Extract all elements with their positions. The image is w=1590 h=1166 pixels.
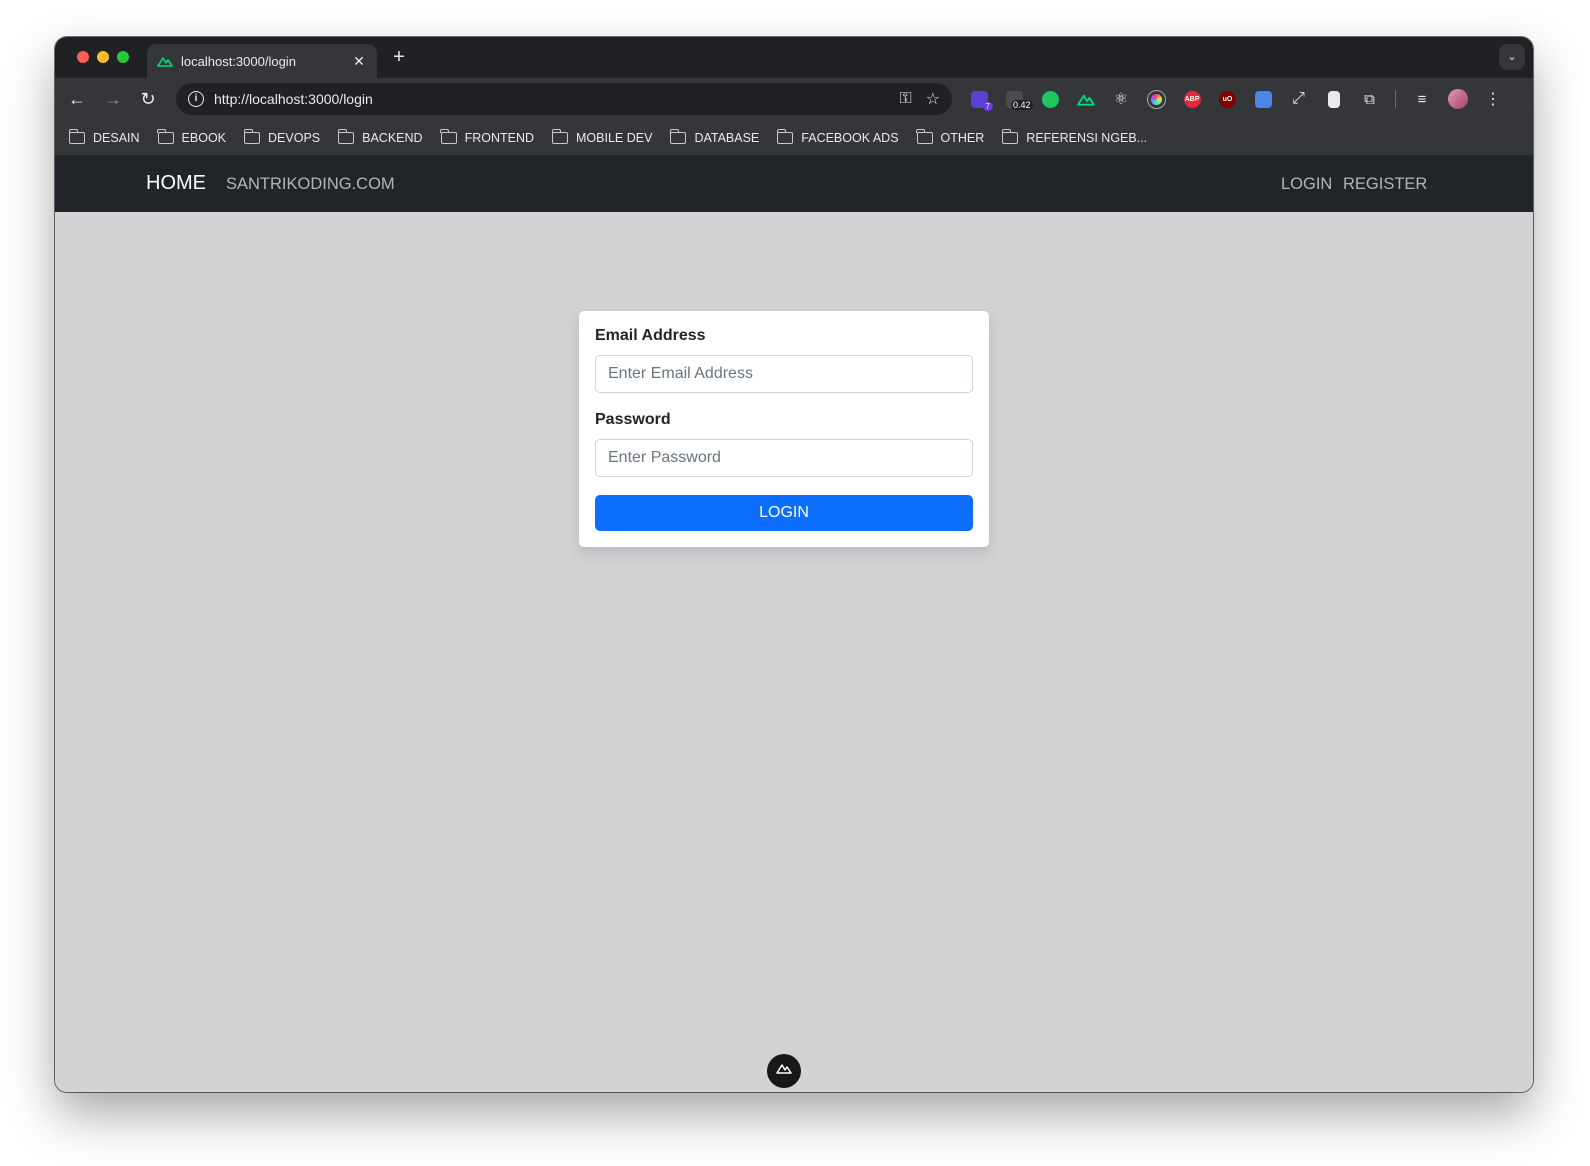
login-nav-link[interactable]: LOGIN: [1281, 175, 1332, 194]
password-input[interactable]: [595, 439, 973, 477]
folder-icon: [551, 128, 569, 144]
extension-green-dot-icon[interactable]: [1036, 85, 1064, 113]
password-key-icon[interactable]: ⚿: [899, 90, 911, 108]
nuxt-icon: [157, 57, 173, 67]
ublock-origin-icon[interactable]: uO: [1214, 85, 1242, 113]
extension-metric-icon[interactable]: 0.42: [1001, 85, 1033, 113]
bookmark-folder-ebook[interactable]: EBOOK: [157, 128, 226, 145]
santrikoding-link[interactable]: SANTRIKODING.COM: [226, 175, 395, 194]
bookmark-folder-referensi[interactable]: REFERENSI NGEB...: [1001, 128, 1147, 145]
folder-icon: [669, 128, 687, 144]
email-input[interactable]: [595, 355, 973, 393]
tab-search-button[interactable]: ⌄: [1499, 44, 1525, 70]
minimize-window-button[interactable]: [97, 51, 109, 63]
back-button[interactable]: ←: [59, 83, 95, 115]
close-tab-icon[interactable]: ✕: [351, 53, 367, 70]
bookmark-folder-devops[interactable]: DEVOPS: [243, 128, 320, 145]
folder-icon: [157, 128, 174, 144]
browser-toolbar: ← → ↻ i http://localhost:3000/login ⚿ ☆ …: [55, 78, 1533, 120]
bookmark-star-icon[interactable]: ☆: [926, 89, 940, 109]
register-nav-link[interactable]: REGISTER: [1343, 175, 1427, 194]
extension-puzzle-purple-icon[interactable]: 7: [965, 85, 993, 113]
adblock-plus-icon[interactable]: ABP: [1178, 85, 1206, 113]
folder-icon: [1001, 128, 1019, 144]
bookmark-folder-frontend[interactable]: FRONTEND: [440, 128, 534, 145]
home-link[interactable]: HOME: [146, 172, 206, 195]
browser-menu-icon[interactable]: ⋮: [1479, 85, 1507, 113]
nuxt-logo-icon: [776, 1064, 792, 1074]
extensions-puzzle-icon[interactable]: ⧉: [1356, 85, 1384, 113]
bookmark-folder-desain[interactable]: DESAIN: [68, 128, 140, 145]
color-picker-icon[interactable]: [1143, 85, 1171, 113]
bookmark-folder-backend[interactable]: BACKEND: [337, 128, 423, 145]
folder-icon: [243, 128, 261, 144]
nuxt-devtools-icon[interactable]: [1072, 85, 1100, 113]
tab-title: localhost:3000/login: [181, 53, 296, 69]
folder-icon: [68, 128, 85, 144]
maximize-window-button[interactable]: [117, 51, 129, 63]
site-info-icon[interactable]: i: [188, 91, 204, 107]
bookmark-folder-mobile-dev[interactable]: MOBILE DEV: [551, 128, 652, 145]
extension-badge-value: 0.42: [1010, 100, 1033, 110]
browser-window: localhost:3000/login ✕ + ⌄ ← → ↻ i http:…: [55, 37, 1533, 1092]
login-card: Email Address Password LOGIN: [579, 311, 989, 547]
nuxt-devtools-button[interactable]: [767, 1054, 801, 1088]
page-content: HOME SANTRIKODING.COM LOGIN REGISTER Ema…: [55, 156, 1533, 1092]
clipboard-extension-icon[interactable]: [1320, 85, 1348, 113]
close-window-button[interactable]: [77, 51, 89, 63]
address-bar[interactable]: i http://localhost:3000/login ⚿ ☆: [176, 83, 952, 115]
toolbar-separator: [1395, 90, 1396, 108]
tab-strip: localhost:3000/login ✕ + ⌄: [55, 37, 1533, 78]
bookmark-folder-facebook-ads[interactable]: FACEBOOK ADS: [776, 128, 899, 145]
extensions-row: 7 0.42 ⚛ ABP uO ⤢ ⧉ ≡ ⋮: [965, 85, 1515, 113]
bookmark-folder-other[interactable]: OTHER: [916, 128, 984, 145]
folder-icon: [776, 128, 794, 144]
password-label: Password: [595, 411, 671, 428]
address-url: http://localhost:3000/login: [214, 91, 373, 107]
profile-avatar[interactable]: [1444, 85, 1472, 113]
tab-login[interactable]: localhost:3000/login ✕: [147, 44, 377, 78]
extension-badge-count: 7: [982, 102, 993, 111]
google-translate-icon[interactable]: [1249, 85, 1277, 113]
folder-icon: [440, 128, 457, 144]
app-navbar: HOME SANTRIKODING.COM LOGIN REGISTER: [55, 156, 1533, 212]
react-devtools-icon[interactable]: ⚛: [1107, 85, 1135, 113]
login-button[interactable]: LOGIN: [595, 495, 973, 531]
bookmarks-bar: DESAIN EBOOK DEVOPS BACKEND FRONTEND MOB…: [55, 120, 1533, 156]
reload-button[interactable]: ↻: [130, 83, 166, 115]
reading-list-icon[interactable]: ≡: [1408, 85, 1436, 113]
new-tab-button[interactable]: +: [387, 46, 411, 70]
forward-button[interactable]: →: [95, 83, 131, 115]
email-label: Email Address: [595, 327, 706, 344]
folder-icon: [337, 128, 355, 144]
expand-icon[interactable]: ⤢: [1285, 85, 1313, 113]
bookmark-folder-database[interactable]: DATABASE: [669, 128, 759, 145]
folder-icon: [916, 128, 933, 144]
